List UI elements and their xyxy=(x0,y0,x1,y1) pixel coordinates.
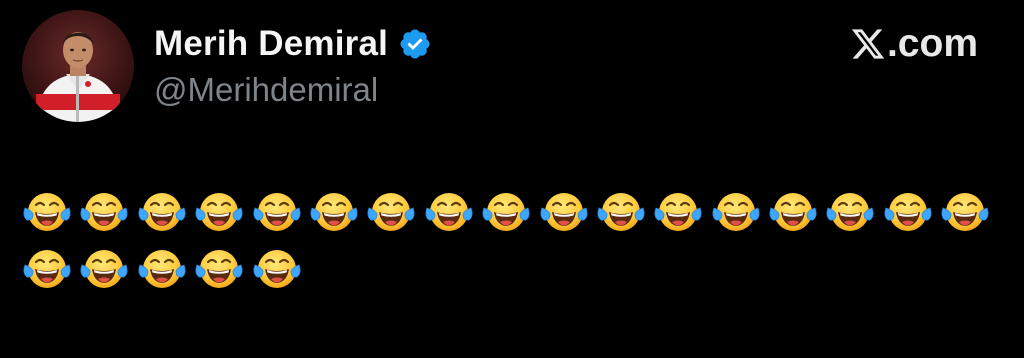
face-with-tears-of-joy-icon xyxy=(79,239,136,296)
face-with-tears-of-joy-icon xyxy=(596,182,653,239)
emoji-row xyxy=(22,182,1002,239)
face-with-tears-of-joy-icon xyxy=(883,182,940,239)
tweet-card: Merih Demiral @Merihdemiral .com xyxy=(0,0,1024,358)
tweet-header: Merih Demiral @Merihdemiral xyxy=(22,10,432,122)
face-with-tears-of-joy-icon xyxy=(424,182,481,239)
face-with-tears-of-joy-icon xyxy=(194,182,251,239)
face-with-tears-of-joy-icon xyxy=(366,182,423,239)
face-with-tears-of-joy-icon xyxy=(768,182,825,239)
face-with-tears-of-joy-icon xyxy=(825,182,882,239)
face-with-tears-of-joy-icon xyxy=(539,182,596,239)
author-handle[interactable]: @Merihdemiral xyxy=(154,70,432,110)
brand-label: .com xyxy=(886,22,978,65)
face-with-tears-of-joy-icon xyxy=(940,182,997,239)
name-row: Merih Demiral xyxy=(154,24,432,64)
face-with-tears-of-joy-icon xyxy=(22,239,79,296)
author-identity: Merih Demiral @Merihdemiral xyxy=(154,24,432,110)
face-with-tears-of-joy-icon xyxy=(653,182,710,239)
verified-badge-icon xyxy=(398,27,432,61)
face-with-tears-of-joy-icon xyxy=(137,182,194,239)
face-with-tears-of-joy-icon xyxy=(481,182,538,239)
face-with-tears-of-joy-icon xyxy=(711,182,768,239)
emoji-row xyxy=(22,239,1002,296)
face-with-tears-of-joy-icon xyxy=(309,182,366,239)
avatar[interactable] xyxy=(22,10,134,122)
face-with-tears-of-joy-icon xyxy=(252,239,309,296)
face-with-tears-of-joy-icon xyxy=(137,239,194,296)
face-with-tears-of-joy-icon xyxy=(194,239,251,296)
tweet-body xyxy=(22,182,1002,296)
face-with-tears-of-joy-icon xyxy=(252,182,309,239)
author-display-name[interactable]: Merih Demiral xyxy=(154,24,388,64)
x-logo-icon xyxy=(850,26,886,62)
avatar-image xyxy=(22,10,134,122)
face-with-tears-of-joy-icon xyxy=(22,182,79,239)
brand-watermark: .com xyxy=(850,22,978,66)
face-with-tears-of-joy-icon xyxy=(79,182,136,239)
